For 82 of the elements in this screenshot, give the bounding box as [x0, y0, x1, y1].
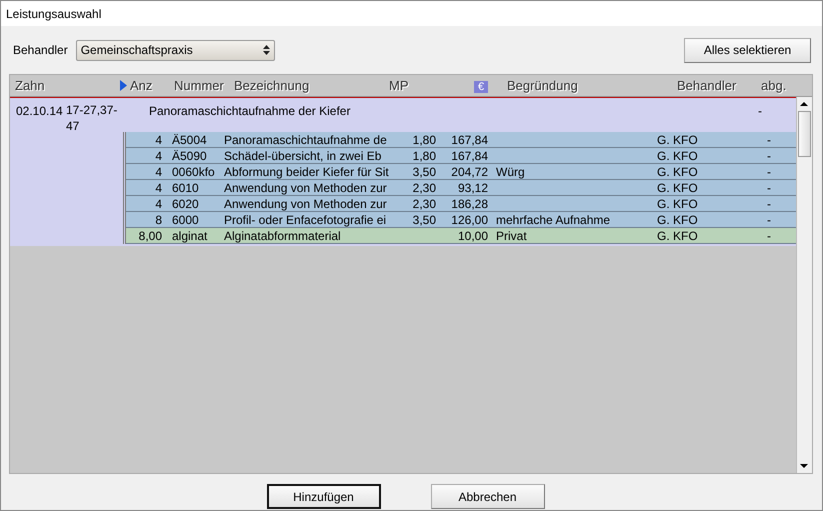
billed-cell-text: -: [767, 148, 772, 164]
billed-cell-text: -: [758, 103, 763, 120]
service-row[interactable]: 8 6000 Profil- oder Enfacefotografie ei 3,50 126,00 mehrfache Aufnahme G. KFO -: [126, 212, 796, 228]
service-row[interactable]: 4 Ä5090 Schädel-übersicht, in zwei Eb 1,80 167,84 G. KFO -: [126, 148, 796, 164]
number-cell-text: Ä5004: [171, 132, 208, 148]
provider-dropdown[interactable]: Gemeinschaftspraxis: [76, 40, 275, 60]
amount-cell-text: 10,00: [456, 228, 488, 244]
column-header[interactable]: Behandler: [677, 76, 761, 96]
amount-cell-text: 186,28: [450, 196, 488, 212]
number-cell-text: 0060kfo: [171, 164, 216, 180]
mp-cell-text: 2,30: [412, 180, 436, 196]
provider-cell-text: G. KFO: [657, 212, 699, 228]
description-cell-text: Abformung beider Kiefer für Sit: [224, 164, 390, 180]
billed-cell-text: -: [767, 180, 772, 196]
teeth-cell-text: 17-27,37-47: [65, 102, 118, 134]
column-header[interactable]: Anz: [130, 76, 152, 96]
description-cell-text: Anwendung von Methoden zur: [224, 180, 388, 196]
material-row[interactable]: 8,00 alginat Alginatabformmaterial 10,00 Privat G. KFO -: [126, 228, 796, 244]
service-row[interactable]: 4 6010 Anwendung von Methoden zur 2,30 93,12 G. KFO -: [126, 180, 796, 196]
spinner-arrows-icon: [262, 45, 270, 55]
count-cell-text: 4: [154, 180, 162, 196]
description-cell-text: Schädel-übersicht, in zwei Eb: [224, 148, 382, 164]
amount-cell-text: 93,12: [456, 180, 488, 196]
column-header[interactable]: Bezeichnung: [234, 76, 389, 96]
scrollbar-thumb[interactable]: [798, 111, 811, 157]
provider-cell-text: G. KFO: [657, 148, 699, 164]
select-all-button[interactable]: Alles selektieren: [684, 38, 811, 62]
count-cell-text: 4: [154, 148, 162, 164]
column-header[interactable]: Begründung: [507, 76, 677, 96]
mp-cell-text: 1,80: [412, 132, 436, 148]
number-cell-text: 6000: [171, 212, 200, 228]
provider-cell-text: G. KFO: [657, 164, 699, 180]
amount-cell-text: 167,84: [450, 148, 488, 164]
description-cell-text: Alginatabformmaterial: [224, 228, 342, 244]
window-title: Leistungsauswahl: [1, 1, 822, 26]
column-header[interactable]: €: [474, 80, 488, 93]
column-header[interactable]: Zahn: [10, 76, 120, 96]
column-header[interactable]: Nummer: [174, 76, 234, 96]
group-row[interactable]: [10, 97, 796, 246]
column-header[interactable]: abg.: [761, 76, 786, 96]
billed-cell-text: -: [767, 196, 772, 212]
number-cell-text: 6010: [171, 180, 200, 196]
sort-arrow-icon: [120, 80, 127, 91]
amount-cell-text: 204,72: [450, 164, 488, 180]
description-cell-text: Profil- oder Enfacefotografie ei: [224, 212, 388, 228]
scrollbar[interactable]: [796, 97, 812, 473]
description-cell-text: Panoramaschichtaufnahme de: [224, 132, 388, 148]
mp-cell-text: 2,30: [412, 196, 436, 212]
provider-cell-text: G. KFO: [657, 228, 699, 244]
billed-cell-text: -: [767, 228, 772, 244]
column-header[interactable]: MP: [389, 76, 474, 96]
count-cell-text: 8: [154, 212, 162, 228]
reason-cell-text: mehrfache Aufnahme: [495, 212, 612, 228]
count-cell-text: 4: [154, 164, 162, 180]
provider-cell-text: G. KFO: [657, 196, 699, 212]
reason-cell-text: Würg: [495, 164, 526, 180]
service-row[interactable]: 4 0060kfo Abformung beider Kiefer für Sit 3,50 204,72 Würg G. KFO -: [126, 164, 796, 180]
service-row[interactable]: 4 6020 Anwendung von Methoden zur 2,30 186,28 G. KFO -: [126, 196, 796, 212]
billed-cell-text: -: [767, 212, 772, 228]
amount-cell-text: 167,84: [450, 132, 488, 148]
number-cell-text: alginat: [171, 228, 208, 244]
service-row[interactable]: 4 Ä5004 Panoramaschichtaufnahme de 1,80 167,84 G. KFO -: [126, 132, 796, 148]
provider-cell-text: G. KFO: [657, 132, 699, 148]
number-cell-text: Ä5090: [171, 148, 208, 164]
description-cell-text: Panoramaschichtaufnahme der Kiefer: [148, 103, 352, 120]
count-cell-text: 4: [154, 132, 162, 148]
mp-cell-text: 3,50: [412, 212, 436, 228]
count-cell-text: 4: [154, 196, 162, 212]
dialog-button[interactable]: Hinzufügen: [266, 484, 380, 509]
date-cell-text: 02.10.14: [15, 103, 64, 120]
count-cell-text: 8,00: [138, 228, 162, 244]
provider-cell-text: G. KFO: [657, 180, 699, 196]
filter-label: Behandler: [13, 42, 68, 59]
amount-cell-text: 126,00: [450, 212, 488, 228]
billed-cell-text: -: [767, 164, 772, 180]
description-cell-text: Anwendung von Methoden zur: [224, 196, 388, 212]
billed-cell-text: -: [767, 132, 772, 148]
mp-cell-text: 1,80: [412, 148, 436, 164]
reason-cell-text: Privat: [495, 228, 528, 244]
mp-cell-text: 3,50: [412, 164, 436, 180]
number-cell-text: 6020: [171, 196, 200, 212]
dialog-button[interactable]: Abbrechen: [430, 484, 544, 509]
